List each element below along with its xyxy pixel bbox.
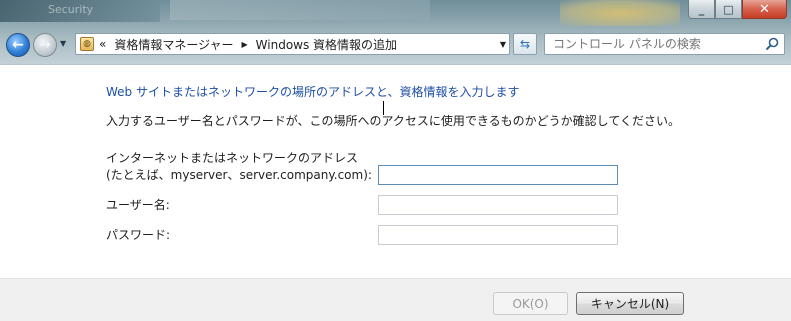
recent-pages-dropdown[interactable]: ▼: [60, 39, 66, 48]
background-blur: [170, 0, 430, 20]
minimize-icon: _: [698, 2, 705, 16]
breadcrumb-overflow[interactable]: «: [99, 37, 106, 51]
address-label-line2: (たとえば、myserver、server.company.com):: [106, 168, 372, 182]
title-bar: Security _ □ ✕ ← → ▼ ◍ « 資格情報マネージャー ▶ Wi…: [0, 0, 791, 64]
arrow-left-icon: ←: [12, 37, 24, 53]
close-button[interactable]: ✕: [742, 0, 787, 19]
back-button[interactable]: ←: [6, 33, 30, 57]
maximize-button[interactable]: □: [715, 0, 742, 19]
button-bar: OK(O) キャンセル(N): [0, 278, 791, 321]
close-icon: ✕: [759, 1, 770, 17]
address-label-line1: インターネットまたはネットワークのアドレス: [106, 151, 359, 165]
window-controls: _ □ ✕: [688, 0, 787, 20]
forward-button[interactable]: →: [33, 33, 57, 57]
breadcrumb-add-credential[interactable]: Windows 資格情報の追加: [256, 36, 397, 53]
address-dropdown-icon[interactable]: ▼: [500, 40, 506, 49]
username-label: ユーザー名:: [106, 198, 170, 212]
username-field[interactable]: [378, 195, 618, 215]
refresh-button[interactable]: ⇆: [513, 33, 537, 55]
minimize-button[interactable]: _: [688, 0, 715, 19]
background-window-title: Security: [48, 3, 94, 16]
address-field[interactable]: [378, 165, 618, 185]
breadcrumb-credential-manager[interactable]: 資格情報マネージャー: [114, 36, 233, 53]
background-blur: [560, 0, 680, 26]
cancel-button[interactable]: キャンセル(N): [576, 292, 684, 315]
main-content: Web サイトまたはネットワークの場所のアドレスと、資格情報を入力します 入力す…: [0, 64, 791, 321]
arrow-right-icon: →: [39, 37, 51, 53]
breadcrumb-separator-icon[interactable]: ▶: [242, 40, 248, 49]
search-box[interactable]: [544, 33, 785, 55]
search-input[interactable]: [553, 37, 753, 51]
password-label: パスワード:: [106, 228, 171, 242]
page-heading: Web サイトまたはネットワークの場所のアドレスと、資格情報を入力します: [106, 85, 520, 99]
maximize-icon: □: [723, 2, 734, 16]
search-icon[interactable]: [765, 37, 779, 51]
refresh-icon: ⇆: [519, 37, 531, 51]
password-field[interactable]: [378, 225, 618, 245]
control-panel-icon: ◍: [80, 37, 94, 51]
text-caret: [383, 101, 384, 115]
address-bar[interactable]: ◍ « 資格情報マネージャー ▶ Windows 資格情報の追加 ▼: [75, 33, 510, 55]
address-label: インターネットまたはネットワークのアドレス (たとえば、myserver、ser…: [106, 150, 372, 184]
ok-button[interactable]: OK(O): [493, 292, 568, 315]
instruction-text: 入力するユーザー名とパスワードが、この場所へのアクセスに使用できるものかどうか確…: [106, 114, 680, 128]
